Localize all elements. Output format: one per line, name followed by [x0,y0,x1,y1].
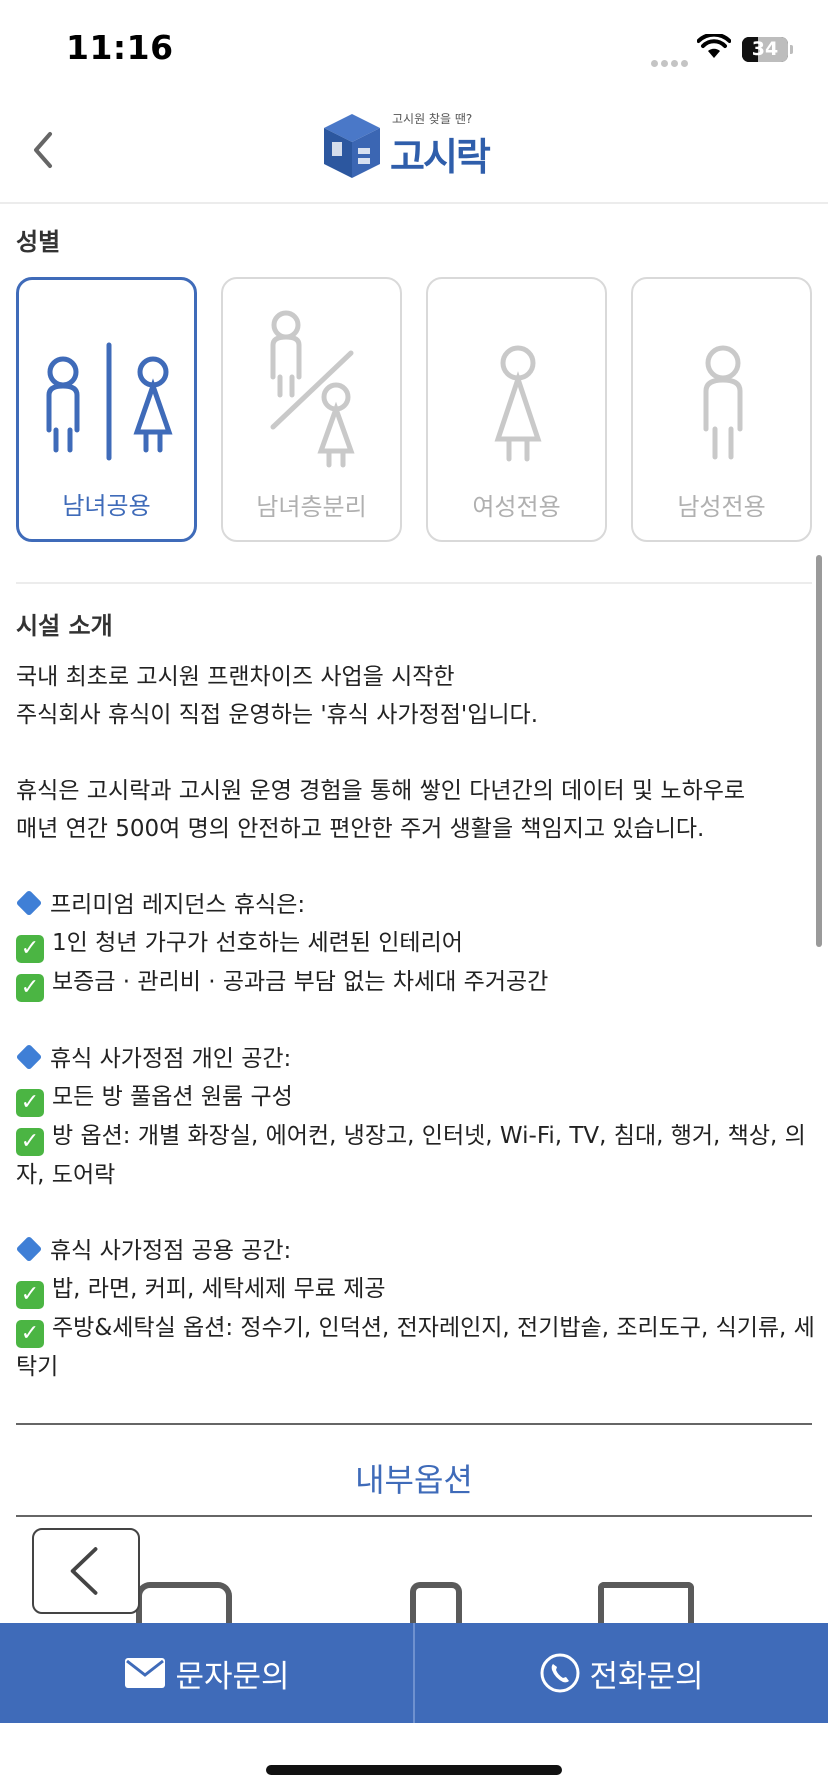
desc-check-text: 주방&세탁실 옵션: 정수기, 인덕션, 전자레인지, 전기밥솥, 조리도구, … [16,1315,815,1380]
wifi-icon [697,34,731,58]
desc-line: 국내 최초로 고시원 프랜차이즈 사업을 시작한 [16,664,455,690]
gender-option-male-only[interactable]: 남성전용 [631,277,812,542]
check-box-icon: ✓ [16,1281,44,1309]
blue-diamond-icon [15,1235,43,1263]
desc-heading: 휴식 사가정점 공용 공간: [50,1238,292,1264]
option-item-icon [598,1582,694,1624]
gender-option-label: 남녀층분리 [256,493,367,521]
desc-check-text: 밥, 라면, 커피, 세탁세제 무료 제공 [52,1276,386,1302]
check-box-icon: ✓ [16,935,44,963]
gender-option-label: 남녀공용 [62,492,151,520]
envelope-icon [125,1658,166,1688]
check-box-icon: ✓ [16,1320,44,1348]
desc-check-line: ✓ 주방&세탁실 옵션: 정수기, 인덕션, 전자레인지, 전기밥솥, 조리도구,… [16,1309,816,1386]
status-bar: 11:16 34 [0,0,828,96]
desc-line [16,734,816,772]
sms-inquiry-button[interactable]: 문자문의 [0,1623,413,1723]
check-box-icon: ✓ [16,1089,44,1117]
desc-check-line: ✓ 밥, 라면, 커피, 세탁세제 무료 제공 [16,1270,816,1309]
call-inquiry-label: 전화문의 [589,1658,704,1695]
facility-description: 국내 최초로 고시원 프랜차이즈 사업을 시작한 주식회사 휴식이 직접 운영하… [15,658,816,1386]
gender-option-unisex[interactable]: 남녀공용 [16,277,197,542]
desc-check-line: ✓ 모든 방 풀옵션 원룸 구성 [16,1078,816,1117]
chevron-left-icon [34,132,52,168]
desc-heading: 프리미엄 레지던스 휴식은: [50,892,306,918]
home-indicator [266,1765,562,1775]
desc-check-text: 1인 청년 가구가 선호하는 세련된 인테리어 [52,930,463,956]
gender-option-label: 여성전용 [472,493,561,521]
desc-line: 주식회사 휴식이 직접 운영하는 '휴식 사가정점'입니다. [16,702,539,728]
check-box-icon: ✓ [16,1128,44,1156]
desc-line [16,848,816,886]
options-bottom-divider [16,1515,812,1517]
phone-icon [540,1653,580,1693]
check-box-icon: ✓ [16,974,44,1002]
header: 고시원 찾을 땐? 고시락 [0,96,828,204]
desc-line [16,1194,816,1232]
facility-section-title: 시설 소개 [16,612,113,640]
gender-option-female-only[interactable]: 여성전용 [426,277,607,542]
blue-diamond-icon [15,889,43,917]
battery-icon: 34 [742,37,788,62]
option-item-icon [410,1582,462,1624]
desc-heading-line: 휴식 사가정점 공용 공간: [15,1232,816,1270]
desc-line: 휴식은 고시락과 고시원 운영 경험을 통해 쌓인 다년간의 데이터 및 노하우… [16,778,746,804]
logo-subtitle: 고시원 찾을 땐? [392,112,473,126]
logo-cube-icon [324,114,380,178]
battery-cap [790,45,793,54]
option-item-icon [136,1582,232,1624]
cellular-signal-icon [651,52,691,67]
desc-line: 매년 연간 500여 명의 안전하고 편안한 주거 생활을 책임지고 있습니다. [16,816,705,842]
sms-inquiry-label: 문자문의 [175,1658,290,1695]
status-time: 11:16 [66,28,174,67]
logo[interactable]: 고시원 찾을 땐? 고시락 [320,108,510,188]
desc-line [16,1002,816,1040]
section-divider [16,582,812,584]
options-top-divider [16,1423,812,1425]
desc-check-text: 보증금 · 관리비 · 공과금 부담 없는 차세대 주거공간 [52,969,549,995]
desc-heading: 휴식 사가정점 개인 공간: [50,1046,292,1072]
bottom-action-bar: 문자문의 전화문의 [0,1623,828,1723]
desc-check-line: ✓ 보증금 · 관리비 · 공과금 부담 없는 차세대 주거공간 [16,963,816,1002]
desc-heading-line: 휴식 사가정점 개인 공간: [15,1040,816,1078]
options-section-title: 내부옵션 [355,1461,473,1499]
scrollbar[interactable] [816,555,822,947]
call-inquiry-button[interactable]: 전화문의 [415,1623,828,1723]
desc-check-text: 모든 방 풀옵션 원룸 구성 [52,1084,293,1110]
gender-option-floor-separated[interactable]: 남녀층분리 [221,277,402,542]
back-button[interactable] [22,126,66,174]
battery-percent: 34 [751,38,779,60]
blue-diamond-icon [15,1043,43,1071]
chevron-left-icon [70,1547,98,1595]
logo-title: 고시락 [390,135,491,179]
desc-check-line: ✓ 1인 청년 가구가 선호하는 세련된 인테리어 [16,924,816,963]
gender-option-label: 남성전용 [677,493,766,521]
desc-heading-line: 프리미엄 레지던스 휴식은: [15,886,816,924]
gender-section-title: 성별 [16,228,61,256]
desc-check-line: ✓ 방 옵션: 개별 화장실, 에어컨, 냉장고, 인터넷, Wi-Fi, TV,… [16,1117,816,1194]
floating-back-button[interactable] [32,1528,140,1614]
desc-check-text: 방 옵션: 개별 화장실, 에어컨, 냉장고, 인터넷, Wi-Fi, TV, … [16,1123,806,1188]
